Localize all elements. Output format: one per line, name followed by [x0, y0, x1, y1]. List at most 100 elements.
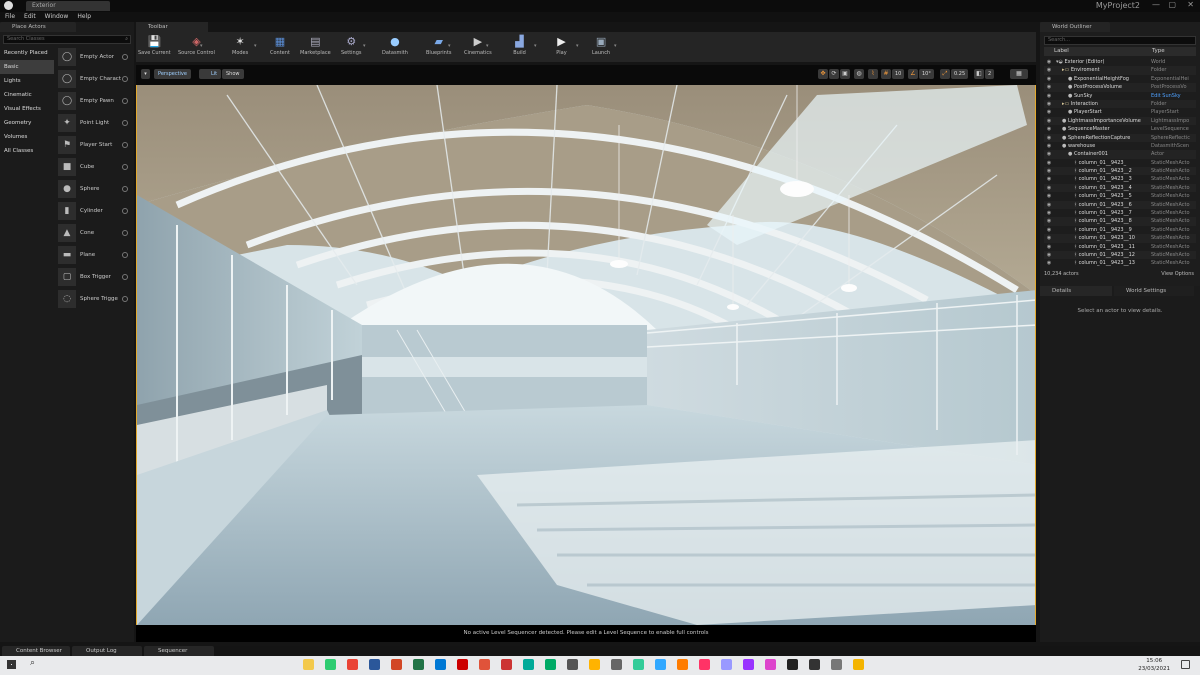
- actor-item-sphere[interactable]: ● Sphere: [55, 178, 134, 200]
- toolbar-tab[interactable]: Toolbar: [136, 22, 208, 32]
- search-classes-input[interactable]: Search Classes ⌕: [3, 35, 131, 44]
- taskbar-app-icon[interactable]: [787, 659, 798, 670]
- datasmith-button[interactable]: ● Datasmith: [382, 34, 408, 57]
- visibility-eye-icon[interactable]: ◉: [1044, 209, 1054, 217]
- level-tab[interactable]: Exterior: [26, 1, 110, 11]
- menu-window[interactable]: Window: [45, 12, 69, 22]
- outliner-row[interactable]: ◉ ᚼ column_01__9423__3 StaticMeshActo: [1044, 175, 1196, 183]
- viewport-options-icon[interactable]: ▾: [141, 69, 150, 79]
- outliner-row[interactable]: ◉ ᚼ column_01__9423__13 StaticMeshActo: [1044, 259, 1196, 267]
- source-control-button[interactable]: ◈ Source Control: [178, 34, 215, 57]
- dropdown-arrow-icon[interactable]: ▾: [448, 43, 451, 49]
- category-basic[interactable]: Basic: [0, 60, 54, 74]
- rotation-snap-value[interactable]: 10°: [919, 69, 934, 79]
- visibility-eye-icon[interactable]: ◉: [1044, 150, 1054, 158]
- content-browser-tab[interactable]: Content Browser: [2, 646, 70, 656]
- outliner-row[interactable]: ◉ ● warehouse DatasmithScen: [1044, 142, 1196, 150]
- actor-item-player-start[interactable]: ⚑ Player Start: [55, 134, 134, 156]
- maximize-viewport-icon[interactable]: ▦: [1010, 69, 1028, 79]
- category-lights[interactable]: Lights: [0, 74, 54, 88]
- taskbar-app-icon[interactable]: [567, 659, 578, 670]
- outliner-row[interactable]: ◉ ● PlayerStart PlayerStart: [1044, 108, 1196, 116]
- visibility-eye-icon[interactable]: ◉: [1044, 66, 1054, 74]
- camera-speed-value[interactable]: 2: [985, 69, 995, 79]
- info-icon[interactable]: [122, 76, 128, 82]
- outliner-row[interactable]: ◉ ● Container001 Actor: [1044, 150, 1196, 159]
- notifications-icon[interactable]: [1181, 660, 1190, 669]
- visibility-eye-icon[interactable]: ◉: [1044, 234, 1054, 242]
- outliner-row[interactable]: ◉ ᚼ column_01__9423__10 StaticMeshActo: [1044, 234, 1196, 243]
- actor-item-plane[interactable]: ▬ Plane: [55, 244, 134, 266]
- outliner-row[interactable]: ◉ ᚼ column_01__9423__7 StaticMeshActo: [1044, 209, 1196, 217]
- place-actors-tab[interactable]: Place Actors: [0, 22, 76, 32]
- rotate-icon[interactable]: ⟳: [829, 69, 839, 79]
- taskbar-app-icon[interactable]: [523, 659, 534, 670]
- category-cinematic[interactable]: Cinematic: [0, 88, 54, 102]
- taskbar-app-icon[interactable]: [853, 659, 864, 670]
- info-icon[interactable]: [122, 98, 128, 104]
- close-icon[interactable]: ✕: [1187, 0, 1194, 9]
- dropdown-arrow-icon[interactable]: ▾: [614, 43, 617, 49]
- outliner-row[interactable]: ◉ ᚼ column_01__9423__12 StaticMeshActo: [1044, 250, 1196, 260]
- actor-item-empty-pawn[interactable]: ◯ Empty Pawn: [55, 90, 134, 112]
- actor-item-cone[interactable]: ▲ Cone: [55, 222, 134, 244]
- info-icon[interactable]: [122, 54, 128, 60]
- actor-item-cylinder[interactable]: ▮ Cylinder: [55, 200, 134, 222]
- actor-item-empty-charact[interactable]: ◯ Empty Charact: [55, 68, 134, 90]
- scale-icon[interactable]: ▣: [840, 69, 850, 79]
- modes-button[interactable]: ✶ Modes: [232, 34, 248, 57]
- taskbar-app-icon[interactable]: [809, 659, 820, 670]
- outliner-row[interactable]: ◉ ▾◒ Exterior (Editor) World: [1044, 58, 1196, 66]
- settings-button[interactable]: ⚙ Settings: [341, 34, 362, 57]
- outliner-row[interactable]: ◉ ᚼ column_01__9423_ StaticMeshActo: [1044, 159, 1196, 167]
- outliner-row[interactable]: ◉ ● ExponentialHeightFog ExponentialHei: [1044, 75, 1196, 83]
- taskbar-app-icon[interactable]: [765, 659, 776, 670]
- taskbar-app-icon[interactable]: [479, 659, 490, 670]
- outliner-row[interactable]: ◉ ● PostProcessVolume PostProcessVo: [1044, 83, 1196, 92]
- taskbar-app-icon[interactable]: [721, 659, 732, 670]
- marketplace-button[interactable]: ▤ Marketplace: [300, 34, 331, 57]
- taskbar-app-icon[interactable]: [413, 659, 424, 670]
- actor-item-cube[interactable]: ■ Cube: [55, 156, 134, 178]
- category-all-classes[interactable]: All Classes: [0, 144, 54, 158]
- info-icon[interactable]: [122, 208, 128, 214]
- visibility-eye-icon[interactable]: ◉: [1044, 243, 1054, 251]
- visibility-eye-icon[interactable]: ◉: [1044, 192, 1054, 200]
- world-settings-tab[interactable]: World Settings: [1114, 286, 1194, 296]
- visibility-eye-icon[interactable]: ◉: [1044, 226, 1054, 234]
- actor-item-point-light[interactable]: ✦ Point Light: [55, 112, 134, 134]
- taskbar-app-icon[interactable]: [303, 659, 314, 670]
- actor-item-empty-actor[interactable]: ◯ Empty Actor: [55, 46, 134, 68]
- outliner-row[interactable]: ◉ ● LightmassImportanceVolume LightmassImp…: [1044, 116, 1196, 126]
- taskbar-app-icon[interactable]: [633, 659, 644, 670]
- info-icon[interactable]: [122, 120, 128, 126]
- outliner-row[interactable]: ◉ ᚼ column_01__9423__6 StaticMeshActo: [1044, 200, 1196, 210]
- taskbar-app-icon[interactable]: [347, 659, 358, 670]
- visibility-eye-icon[interactable]: ◉: [1044, 83, 1054, 91]
- info-icon[interactable]: [122, 252, 128, 258]
- visibility-eye-icon[interactable]: ◉: [1044, 108, 1054, 116]
- search-taskbar-icon[interactable]: ⌕: [30, 658, 35, 668]
- grid-snap-value[interactable]: 10: [892, 69, 905, 79]
- outliner-row[interactable]: ◉ ● SunSky Edit SunSky: [1044, 92, 1196, 100]
- play-button[interactable]: ▶ Play: [554, 34, 569, 57]
- info-icon[interactable]: [122, 164, 128, 170]
- visibility-eye-icon[interactable]: ◉: [1044, 259, 1054, 267]
- taskbar-app-icon[interactable]: [457, 659, 468, 670]
- start-button-icon[interactable]: [7, 660, 16, 669]
- sequencer-tab[interactable]: Sequencer: [144, 646, 214, 656]
- world-local-icon[interactable]: ◍: [854, 69, 864, 79]
- taskbar-app-icon[interactable]: [369, 659, 380, 670]
- outliner-row[interactable]: ◉ ● SphereReflectionCapture SphereReflecti…: [1044, 133, 1196, 142]
- info-icon[interactable]: [122, 296, 128, 302]
- launch-button[interactable]: ▣ Launch: [592, 34, 610, 57]
- taskbar-app-icon[interactable]: [611, 659, 622, 670]
- level-viewport[interactable]: [136, 85, 1036, 625]
- visibility-eye-icon[interactable]: ◉: [1044, 159, 1054, 167]
- category-volumes[interactable]: Volumes: [0, 130, 54, 144]
- taskbar-app-icon[interactable]: [435, 659, 446, 670]
- outliner-row[interactable]: ◉ ᚼ column_01__9423__2 StaticMeshActo: [1044, 167, 1196, 176]
- taskbar-app-icon[interactable]: [831, 659, 842, 670]
- visibility-eye-icon[interactable]: ◉: [1044, 251, 1054, 259]
- surface-snap-icon[interactable]: ⌇: [868, 69, 878, 79]
